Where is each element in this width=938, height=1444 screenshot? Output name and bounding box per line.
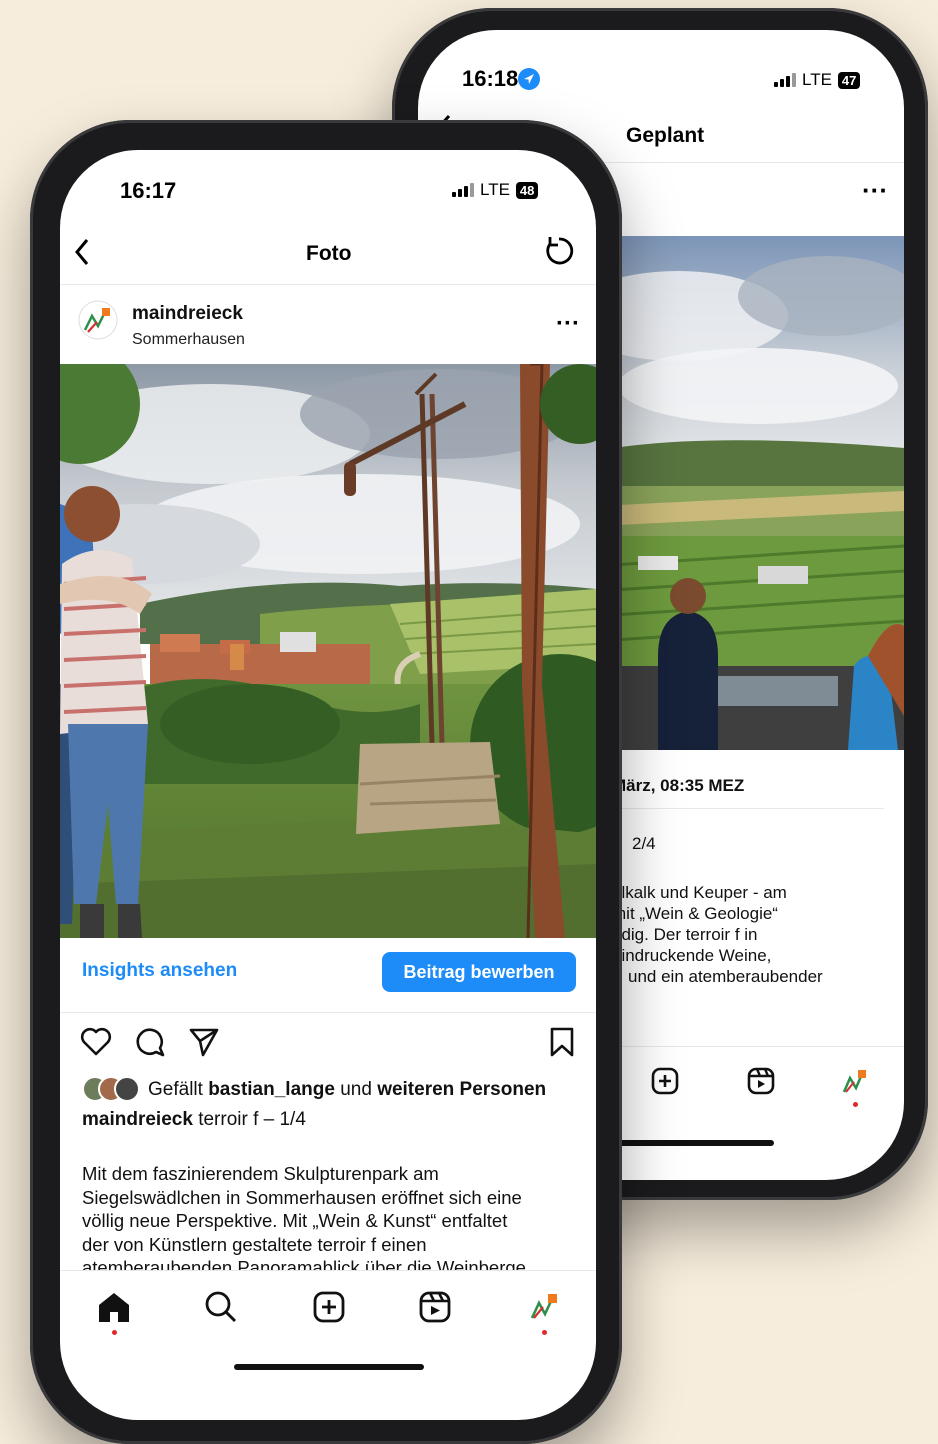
notification-dot — [542, 1330, 547, 1335]
back-icon[interactable] — [74, 238, 90, 271]
profile-icon[interactable] — [530, 1292, 558, 1325]
status-time: 16:18 — [462, 66, 519, 91]
timestamp-divider — [612, 808, 884, 809]
caption-body: Mit dem faszinierendem Skulpturenpark am… — [82, 1162, 587, 1270]
post-location[interactable]: Sommerhausen — [132, 328, 245, 351]
nav-divider — [60, 1270, 596, 1271]
likes-others[interactable]: weiteren Personen — [377, 1079, 546, 1100]
caption-username[interactable]: maindreieck — [82, 1109, 193, 1130]
caption-line: elkalk und Keuper - am — [612, 883, 787, 902]
notification-dot — [112, 1330, 117, 1335]
front-phone: 16:17 LTE 48 Foto maindreieck Sommerhaus… — [30, 120, 622, 1444]
share-icon[interactable] — [188, 1026, 220, 1063]
more-options-icon[interactable]: ··· — [862, 177, 888, 203]
caption-line: Siegelswädlchen in Sommerhausen eröffnet… — [82, 1186, 522, 1208]
home-icon[interactable] — [96, 1290, 132, 1329]
search-icon[interactable] — [204, 1290, 238, 1329]
caption-summary: maindreieck terroir f – 1/4 — [82, 1108, 306, 1131]
signal-icon — [774, 73, 796, 87]
more-options-icon[interactable]: ··· — [556, 312, 580, 336]
caption-line: und ein atemberaubender — [628, 967, 823, 986]
caption-line: der von Künstlern gestaltete terroir f e… — [82, 1233, 427, 1255]
home-indicator — [614, 1140, 774, 1146]
liker-username[interactable]: bastian_lange — [208, 1079, 335, 1100]
front-phone-screen: 16:17 LTE 48 Foto maindreieck Sommerhaus… — [60, 150, 596, 1420]
liker-avatars — [82, 1076, 146, 1107]
caption-short: terroir f – 1/4 — [198, 1109, 306, 1130]
header-title: Foto — [306, 242, 352, 265]
caption-line: ndig. Der terroir f in — [612, 925, 758, 944]
post-username[interactable]: maindreieck — [132, 302, 243, 325]
page-counter: 2/4 — [632, 834, 656, 853]
insights-link[interactable]: Insights ansehen — [82, 960, 237, 982]
caption-line: mit „Wein & Geologie“ — [612, 904, 778, 923]
comment-icon[interactable] — [134, 1026, 166, 1063]
status-indicators: LTE 47 — [774, 70, 861, 90]
caption-preview: elkalk und Keuper - am mit „Wein & Geolo… — [612, 882, 904, 987]
location-arrow-icon — [518, 68, 540, 95]
caption-line: eindruckende Weine, — [612, 946, 772, 965]
header-divider — [60, 284, 596, 285]
status-time: 16:17 — [120, 178, 177, 203]
reels-icon[interactable] — [746, 1066, 776, 1101]
signal-icon — [452, 183, 474, 197]
caption-line: völlig neue Perspektive. Mit „Wein & Kun… — [82, 1210, 508, 1231]
profile-icon[interactable] — [842, 1068, 868, 1099]
actions-divider — [60, 1012, 596, 1013]
likes-prefix: Gefällt — [148, 1079, 203, 1100]
create-icon[interactable] — [312, 1290, 346, 1329]
bookmark-icon[interactable] — [548, 1026, 576, 1063]
header-title: Geplant — [626, 124, 705, 147]
caption-line: atemberaubenden Panoramablick über die W… — [82, 1257, 526, 1270]
post-image — [60, 364, 596, 938]
create-icon[interactable] — [650, 1066, 680, 1101]
network-label: LTE — [480, 180, 510, 199]
avatar[interactable] — [78, 300, 118, 345]
likes-middle: und — [340, 1079, 372, 1100]
likes-summary[interactable]: Gefällt bastian_lange und weiteren Perso… — [148, 1078, 546, 1101]
scheduled-timestamp: März, 08:35 MEZ — [612, 776, 745, 795]
notification-dot — [853, 1102, 858, 1107]
refresh-icon[interactable] — [542, 234, 576, 273]
status-indicators: LTE 48 — [452, 180, 539, 200]
caption-line: Mit dem faszinierendem Skulpturenpark am — [82, 1163, 439, 1184]
network-label: LTE — [802, 70, 832, 89]
reels-icon[interactable] — [418, 1290, 452, 1329]
battery-icon: 47 — [837, 71, 861, 89]
battery-icon: 48 — [515, 181, 539, 199]
home-indicator — [234, 1364, 424, 1370]
promote-post-button[interactable]: Beitrag bewerben — [382, 952, 576, 992]
heart-icon[interactable] — [80, 1026, 112, 1061]
post-image — [598, 236, 904, 750]
